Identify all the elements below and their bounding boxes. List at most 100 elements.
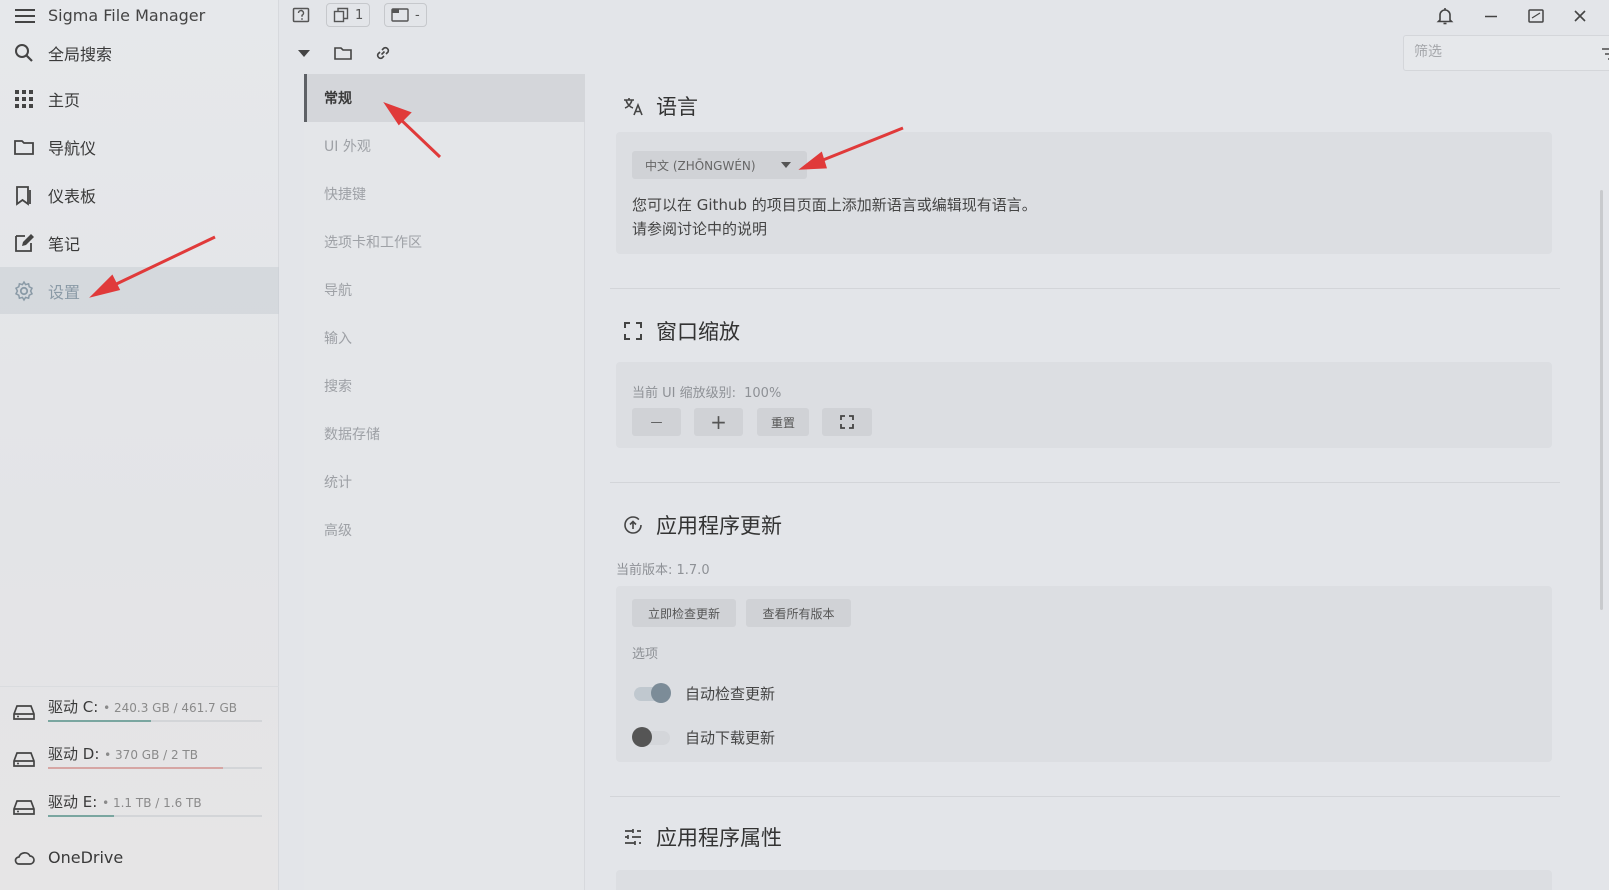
zoom-reset-button[interactable]: 重置 <box>757 408 809 436</box>
hard-drive-icon <box>13 705 35 720</box>
settings-tab-label: 快捷键 <box>324 187 366 203</box>
settings-content: 语言 中文 (ZHŌNGWÉN) 您可以在 Github 的项目页面上添加新语言… <box>586 74 1609 890</box>
section-title-language: 语言 <box>622 91 698 121</box>
settings-tab-ui-appearance[interactable]: UI 外观 <box>304 122 585 170</box>
settings-tab-label: 选项卡和工作区 <box>324 235 422 251</box>
settings-tab-navigation[interactable]: 导航 <box>304 266 585 314</box>
filter-field[interactable] <box>1403 35 1609 71</box>
auto-download-toggle[interactable] <box>632 726 672 748</box>
minimize-icon[interactable] <box>1481 6 1501 26</box>
hard-drive-icon <box>13 800 35 815</box>
note-edit-icon <box>15 233 34 252</box>
title-bar: 1 - <box>280 0 1609 32</box>
sidebar-item-onedrive[interactable]: OneDrive <box>0 834 279 881</box>
folder-icon <box>14 139 34 155</box>
caret-down-icon[interactable] <box>294 43 314 63</box>
sidebar-header: Sigma File Manager <box>0 0 279 32</box>
workspace-button[interactable]: - <box>384 3 427 27</box>
settings-tab-input[interactable]: 输入 <box>304 314 585 362</box>
language-select[interactable]: 中文 (ZHŌNGWÉN) <box>632 151 807 179</box>
copy-tabs-icon <box>333 7 349 23</box>
drive-e[interactable]: 驱动 E: • 1.1 TB / 1.6 TB <box>0 785 279 831</box>
settings-tab-label: UI 外观 <box>324 139 371 155</box>
section-divider <box>610 288 1560 289</box>
section-divider <box>610 482 1560 483</box>
search-icon <box>15 43 33 62</box>
drive-name: 驱动 D: <box>48 745 100 763</box>
settings-tab-tabs-workspaces[interactable]: 选项卡和工作区 <box>304 218 585 266</box>
tune-icon <box>625 829 641 845</box>
filter-input[interactable] <box>1414 44 1574 60</box>
grid-icon <box>15 89 33 108</box>
hard-drive-icon <box>13 752 35 767</box>
language-selected-value: 中文 (ZHŌNGWÉN) <box>645 158 756 173</box>
sidebar-item-dashboard[interactable]: 仪表板 <box>0 171 279 218</box>
filter-icon[interactable] <box>1600 45 1609 63</box>
gear-icon <box>14 280 34 301</box>
fullscreen-button[interactable] <box>822 408 872 436</box>
close-icon[interactable] <box>1570 6 1590 26</box>
cloud-icon <box>14 851 35 865</box>
language-card: 中文 (ZHŌNGWÉN) 您可以在 Github 的项目页面上添加新语言或编辑… <box>616 132 1552 254</box>
zoom-level-value: 100% <box>744 386 782 401</box>
settings-tab-statistics[interactable]: 统计 <box>304 458 585 506</box>
bookmark-icon <box>16 185 31 206</box>
drive-name: 驱动 C: <box>48 698 99 716</box>
translate-icon <box>624 98 643 116</box>
zoom-in-button[interactable]: + <box>694 408 743 436</box>
maximize-icon[interactable] <box>1526 6 1546 26</box>
sidebar-item-settings[interactable]: 设置 <box>0 267 279 314</box>
settings-tab-advanced[interactable]: 高级 <box>304 506 585 554</box>
sidebar-item-home[interactable]: 主页 <box>0 75 279 122</box>
tabs-button[interactable]: 1 <box>326 3 371 27</box>
language-discussion-link[interactable]: 请参阅讨论中的说明 <box>632 218 767 239</box>
auto-download-label: 自动下载更新 <box>685 729 776 747</box>
sidebar-item-navigator[interactable]: 导航仪 <box>0 123 279 170</box>
sidebar-item-notes[interactable]: 笔记 <box>0 219 279 266</box>
section-title-updates: 应用程序更新 <box>622 510 782 540</box>
drive-size: • 370 GB / 2 TB <box>104 748 198 762</box>
tab-count: 1 <box>355 7 364 23</box>
sidebar-item-global-search[interactable]: 全局搜索 <box>0 29 279 76</box>
folder-icon[interactable] <box>333 43 353 63</box>
settings-tab-general[interactable]: 常规 <box>304 74 585 122</box>
current-version: 当前版本: 1.7.0 <box>616 563 710 578</box>
bell-icon[interactable] <box>1435 6 1455 26</box>
update-icon <box>624 516 642 534</box>
view-all-versions-button[interactable]: 查看所有版本 <box>746 599 851 627</box>
auto-check-toggle[interactable] <box>632 682 672 704</box>
sidebar: Sigma File Manager 全局搜索 主页 导航仪 仪表板 笔记 设置… <box>0 0 279 890</box>
zoom-out-button[interactable]: — <box>632 408 681 436</box>
settings-nav: 常规 UI 外观 快捷键 选项卡和工作区 导航 输入 搜索 数据存储 统计 高级 <box>304 74 585 890</box>
sidebar-item-label: 仪表板 <box>48 186 97 206</box>
check-updates-button[interactable]: 立即检查更新 <box>632 599 736 627</box>
sidebar-item-label: 笔记 <box>48 234 81 254</box>
settings-tab-shortcuts[interactable]: 快捷键 <box>304 170 585 218</box>
sidebar-divider <box>0 686 279 687</box>
sidebar-item-label: 设置 <box>48 282 81 302</box>
drive-c[interactable]: 驱动 C: • 240.3 GB / 461.7 GB <box>0 690 279 736</box>
sidebar-item-label: 主页 <box>48 90 81 110</box>
drive-size: • 1.1 TB / 1.6 TB <box>102 796 202 810</box>
settings-tab-label: 常规 <box>324 91 352 107</box>
workspace-label: - <box>415 7 420 23</box>
drive-usage-fill <box>48 815 115 817</box>
settings-tab-search[interactable]: 搜索 <box>304 362 585 410</box>
drive-size: • 240.3 GB / 461.7 GB <box>103 701 238 715</box>
drive-d[interactable]: 驱动 D: • 370 GB / 2 TB <box>0 737 279 783</box>
help-icon[interactable] <box>292 7 310 25</box>
auto-check-label: 自动检查更新 <box>685 685 776 703</box>
updates-card: 立即检查更新 查看所有版本 选项 自动检查更新 自动下载更新 <box>616 586 1552 762</box>
sidebar-item-label: 全局搜索 <box>48 44 113 64</box>
settings-tab-label: 导航 <box>324 283 352 299</box>
sidebar-item-label: OneDrive <box>48 848 124 867</box>
settings-tab-label: 输入 <box>324 331 352 347</box>
hamburger-menu-icon[interactable] <box>15 9 35 23</box>
settings-tab-data-storage[interactable]: 数据存储 <box>304 410 585 458</box>
fullscreen-icon <box>840 415 854 429</box>
drive-usage-bar <box>48 720 262 722</box>
scrollbar[interactable] <box>1600 190 1603 610</box>
drive-usage-bar <box>48 815 262 817</box>
link-icon[interactable] <box>373 43 393 63</box>
options-label: 选项 <box>632 647 659 662</box>
